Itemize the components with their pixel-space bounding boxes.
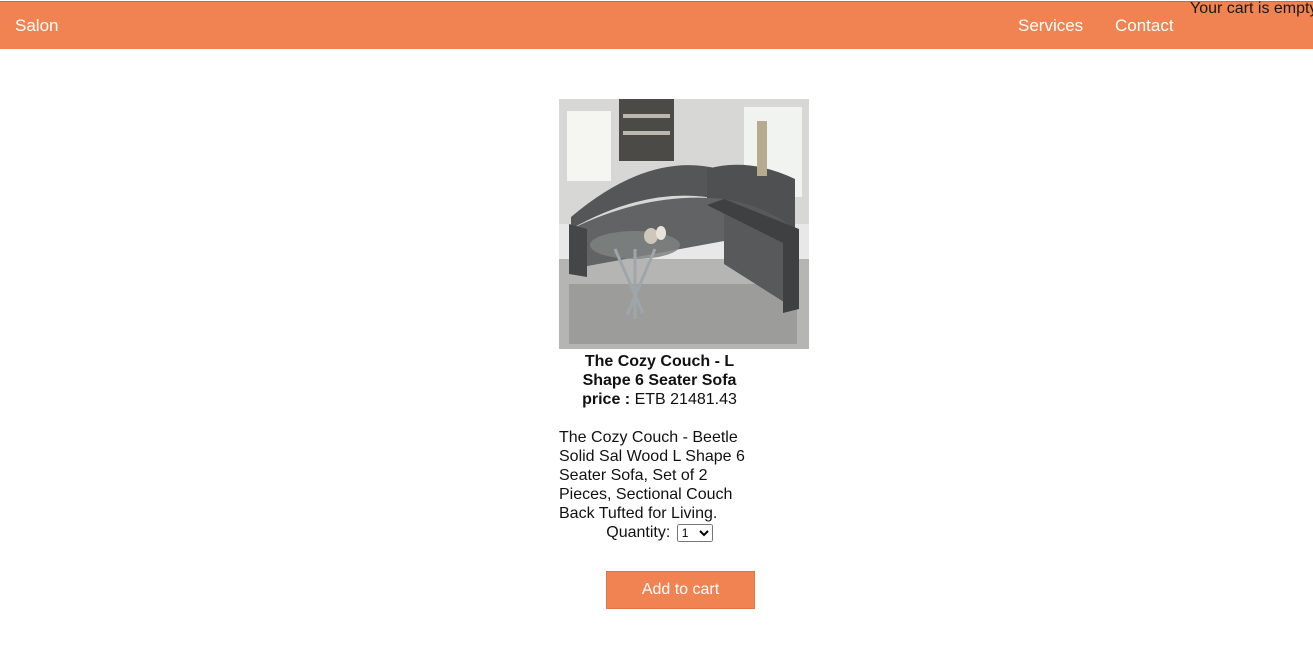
cart-status: Your cart is empty — [1190, 0, 1313, 17]
brand-link[interactable]: Salon — [15, 16, 58, 36]
sofa-product-image — [559, 99, 809, 349]
product-description: The Cozy Couch - Beetle Solid Sal Wood L… — [559, 429, 745, 522]
price-label: price : — [582, 391, 631, 408]
nav-link-contact[interactable]: Contact — [1115, 16, 1174, 36]
top-navbar: Salon Services Contact — [0, 1, 1313, 49]
quantity-select[interactable]: 1 — [676, 523, 713, 542]
quantity-label: Quantity: — [606, 524, 671, 541]
product-price: price : ETB 21481.43 — [559, 390, 760, 409]
price-value: ETB 21481.43 — [634, 391, 737, 408]
nav-link-services[interactable]: Services — [1018, 16, 1083, 36]
quantity-row: Quantity: 1 — [559, 523, 760, 542]
product-title: The Cozy Couch - L Shape 6 Seater Sofa — [582, 353, 737, 389]
product-card: The Cozy Couch - L Shape 6 Seater Sofa p… — [559, 99, 809, 542]
add-to-cart-button[interactable]: Add to cart — [606, 571, 755, 609]
